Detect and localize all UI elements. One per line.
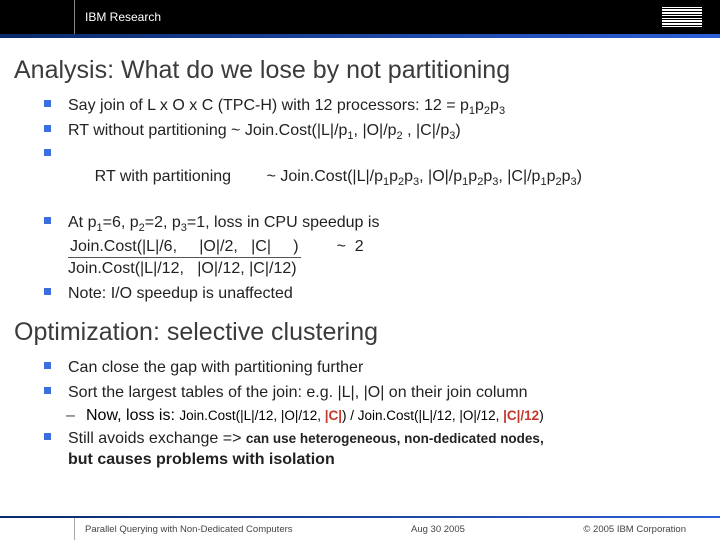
bullet-item: Can close the gap with partitioning furt…	[44, 357, 706, 379]
footer: Parallel Querying with Non-Dedicated Com…	[0, 518, 720, 540]
bullet-item: Note: I/O speedup is unaffected	[44, 283, 706, 305]
header-left: IBM Research	[0, 0, 161, 34]
bullet-item: RT with partitioning ~ Join.Cost(|L|/p1p…	[44, 144, 706, 209]
header-divider	[74, 0, 75, 34]
ibm-logo-icon	[662, 7, 702, 28]
footer-divider	[74, 518, 75, 540]
footer-left: Parallel Querying with Non-Dedicated Com…	[0, 518, 293, 540]
bullet-list-1: Say join of L x O x C (TPC-H) with 12 pr…	[14, 95, 706, 304]
bullet-item: RT without partitioning ~ Join.Cost(|L|/…	[44, 120, 706, 142]
bullet-item: Say join of L x O x C (TPC-H) with 12 pr…	[44, 95, 706, 117]
footer-title: Parallel Querying with Non-Dedicated Com…	[85, 524, 293, 535]
sub-bullet-list: Now, loss is: Join.Cost(|L|/12, |O|/12, …	[14, 407, 706, 425]
footer-copyright: © 2005 IBM Corporation	[583, 524, 686, 535]
footer-date: Aug 30 2005	[411, 524, 465, 535]
approx-result: ~ 2	[337, 236, 364, 258]
bullet-list-2b: Still avoids exchange => can use heterog…	[14, 428, 706, 471]
header-bar: IBM Research	[0, 0, 720, 34]
slide-content: Analysis: What do we lose by not partiti…	[0, 38, 720, 471]
section-title-1: Analysis: What do we lose by not partiti…	[14, 56, 706, 85]
fraction-denominator: Join.Cost(|L|/12, |O|/12, |C|/12)	[68, 258, 297, 280]
bullet-item: Sort the largest tables of the join: e.g…	[44, 382, 706, 404]
section-title-2: Optimization: selective clustering	[14, 318, 706, 347]
fraction-row: Join.Cost(|L|/6, |O|/2, |C| ) Join.Cost(…	[68, 236, 706, 280]
bullet-item: At p1=6, p2=2, p3=1, loss in CPU speedup…	[44, 212, 706, 280]
brand-label: IBM Research	[85, 10, 161, 24]
bullet-item: Still avoids exchange => can use heterog…	[44, 428, 706, 471]
fraction-numerator: Join.Cost(|L|/6, |O|/2, |C| )	[68, 236, 301, 259]
sub-bullet-item: Now, loss is: Join.Cost(|L|/12, |O|/12, …	[66, 407, 706, 425]
bullet-list-2: Can close the gap with partitioning furt…	[14, 357, 706, 403]
